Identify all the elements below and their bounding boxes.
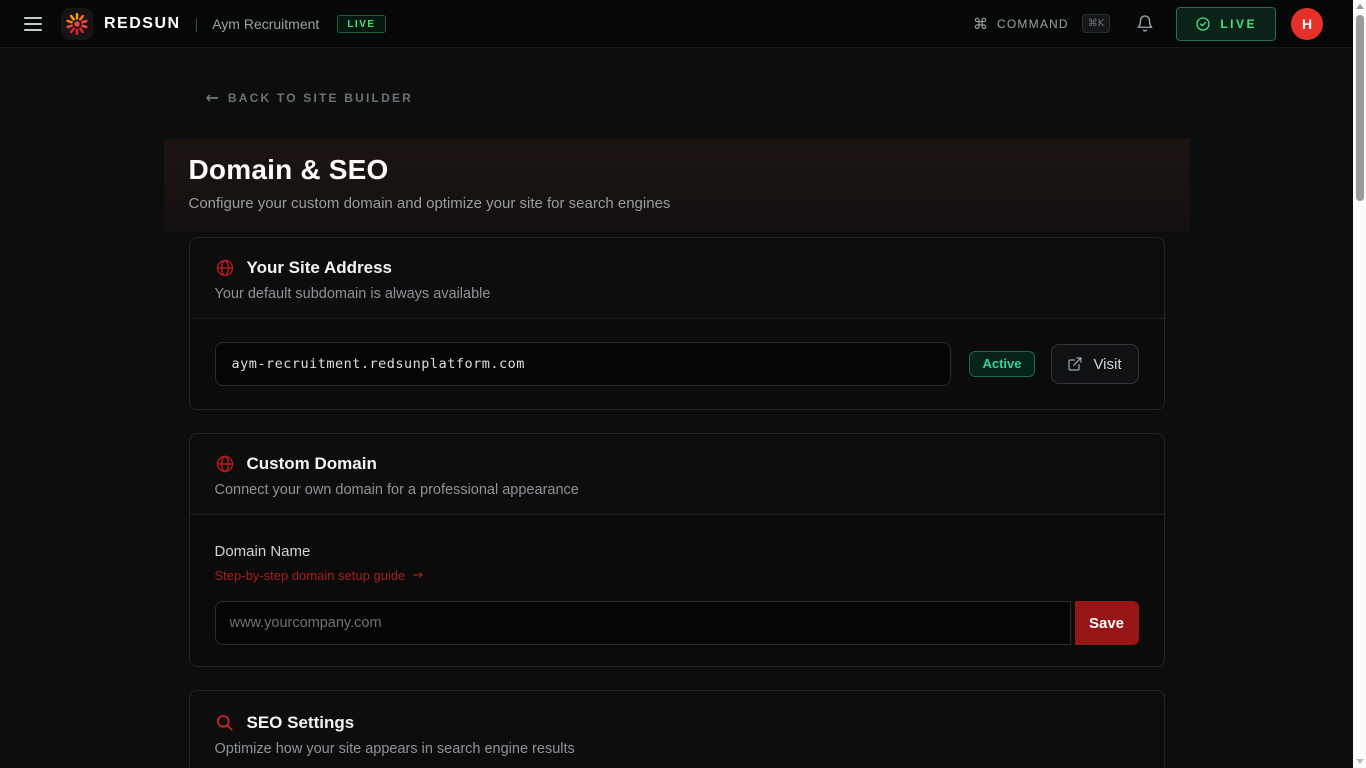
scrollbar-thumb[interactable] (1356, 15, 1364, 201)
command-palette-button[interactable]: ⌘ COMMAND ⌘K (973, 14, 1110, 33)
page-content: ← BACK TO SITE BUILDER Domain & SEO Conf… (0, 48, 1353, 768)
search-icon (215, 713, 235, 733)
back-to-site-builder-link[interactable]: ← BACK TO SITE BUILDER (206, 88, 414, 107)
site-live-badge: LIVE (337, 15, 385, 33)
globe-icon (215, 258, 235, 278)
back-arrow-icon: ← (206, 88, 219, 107)
seo-settings-card: SEO Settings Optimize how your site appe… (189, 690, 1165, 768)
arrow-right-icon: → (412, 568, 423, 583)
site-address-subtitle: Your default subdomain is always availab… (215, 286, 1139, 302)
bell-icon (1136, 14, 1154, 33)
brand-name: REDSUN (104, 15, 181, 33)
visit-button[interactable]: Visit (1051, 344, 1139, 384)
vertical-scrollbar[interactable] (1353, 0, 1366, 768)
site-name: Aym Recruitment (212, 16, 319, 32)
seo-settings-subtitle: Optimize how your site appears in search… (215, 741, 1139, 757)
domain-name-label: Domain Name (215, 543, 1139, 560)
page-header: Domain & SEO Configure your custom domai… (164, 139, 1190, 231)
status-badge: Active (969, 351, 1034, 377)
site-address-title: Your Site Address (247, 258, 392, 278)
setup-guide-label: Step-by-step domain setup guide (215, 568, 406, 583)
site-address-card: Your Site Address Your default subdomain… (189, 237, 1165, 410)
scrollbar-down-arrow[interactable] (1356, 759, 1364, 764)
check-circle-icon (1195, 16, 1211, 32)
subdomain-input[interactable] (215, 342, 952, 386)
save-button[interactable]: Save (1075, 601, 1139, 645)
custom-domain-input[interactable] (215, 601, 1071, 645)
custom-domain-card: Custom Domain Connect your own domain fo… (189, 433, 1165, 667)
command-label: COMMAND (997, 17, 1069, 31)
nav-separator: | (195, 16, 199, 32)
visit-button-label: Visit (1093, 356, 1121, 373)
back-link-label: BACK TO SITE BUILDER (228, 91, 413, 105)
external-link-icon (1067, 356, 1083, 372)
live-button-label: LIVE (1220, 17, 1257, 31)
user-avatar[interactable]: H (1291, 8, 1323, 40)
command-icon: ⌘ (973, 15, 988, 33)
menu-icon[interactable] (24, 15, 42, 33)
page-title: Domain & SEO (189, 154, 1165, 186)
live-status-button[interactable]: LIVE (1176, 7, 1276, 41)
redsun-logo-icon[interactable] (61, 8, 93, 40)
command-shortcut-kbd: ⌘K (1082, 14, 1111, 33)
globe-icon (215, 454, 235, 474)
custom-domain-title: Custom Domain (247, 454, 377, 474)
top-navbar: REDSUN | Aym Recruitment LIVE ⌘ COMMAND … (0, 0, 1366, 48)
starburst-icon (64, 11, 90, 37)
page-subtitle: Configure your custom domain and optimiz… (189, 195, 1165, 212)
scrollbar-up-arrow[interactable] (1356, 4, 1364, 9)
notifications-button[interactable] (1136, 14, 1154, 33)
setup-guide-link[interactable]: Step-by-step domain setup guide → (215, 568, 424, 583)
seo-settings-title: SEO Settings (247, 713, 355, 733)
custom-domain-subtitle: Connect your own domain for a profession… (215, 482, 1139, 498)
